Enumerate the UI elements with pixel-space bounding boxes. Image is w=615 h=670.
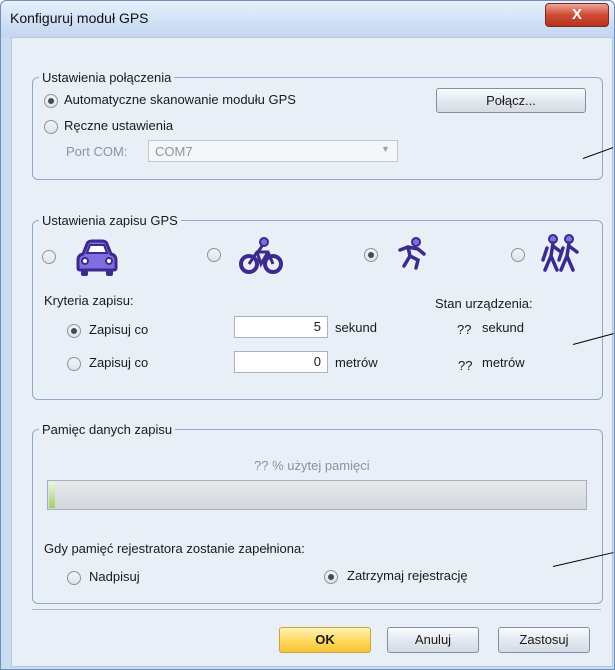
ok-button[interactable]: OK bbox=[279, 627, 371, 653]
overwrite-radio[interactable] bbox=[67, 571, 81, 585]
hikers-icon bbox=[541, 234, 579, 272]
criteria-label: Kryteria zapisu: bbox=[44, 293, 134, 308]
manual-settings-radio[interactable] bbox=[44, 120, 58, 134]
status-time-unit: sekund bbox=[482, 320, 524, 335]
window-title: Konfiguruj moduł GPS bbox=[10, 10, 149, 26]
apply-button[interactable]: Zastosuj bbox=[498, 627, 590, 653]
status-distance-unit: metrów bbox=[482, 355, 525, 370]
port-com-select[interactable]: COM7 ▼ bbox=[148, 140, 398, 162]
mode-bicycle-radio[interactable] bbox=[207, 248, 221, 262]
connect-button[interactable]: Połącz... bbox=[436, 88, 586, 113]
title-bar[interactable]: Konfiguruj moduł GPS X bbox=[1, 1, 614, 37]
save-every-time-radio[interactable] bbox=[67, 324, 81, 338]
memory-progress-bar bbox=[47, 480, 587, 510]
mode-car-radio[interactable] bbox=[42, 250, 56, 264]
auto-scan-radio[interactable] bbox=[44, 94, 58, 108]
memory-progress-fill bbox=[49, 482, 55, 508]
auto-scan-label: Automatyczne skanowanie modułu GPS bbox=[64, 92, 296, 107]
dialog-body: Ustawienia połączenia Automatyczne skano… bbox=[11, 37, 613, 667]
memory-usage-text: ?? % użytej pamięci bbox=[254, 458, 370, 473]
stop-recording-radio[interactable] bbox=[324, 570, 338, 584]
close-button[interactable]: X bbox=[545, 3, 609, 27]
memory-full-label: Gdy pamięć rejestratora zostanie zapełni… bbox=[44, 541, 305, 556]
save-every-distance-label: Zapisuj co bbox=[89, 355, 149, 370]
status-time-value: ?? bbox=[457, 322, 472, 337]
logging-legend: Ustawienia zapisu GPS bbox=[42, 213, 178, 228]
port-com-value: COM7 bbox=[155, 144, 193, 159]
save-every-time-label: Zapisuj co bbox=[89, 322, 149, 337]
save-every-distance-radio[interactable] bbox=[67, 357, 81, 371]
car-icon bbox=[76, 239, 118, 276]
device-status-title: Stan urządzenia: bbox=[435, 296, 533, 311]
connection-legend: Ustawienia połączenia bbox=[42, 70, 172, 85]
memory-legend: Pamięc danych zapisu bbox=[42, 422, 173, 437]
dialog-window: Konfiguruj moduł GPS X Ustawienia połącz… bbox=[0, 0, 615, 670]
status-distance-value: ?? bbox=[458, 358, 473, 373]
runner-icon bbox=[398, 237, 426, 270]
time-interval-unit: sekund bbox=[335, 320, 377, 335]
stop-recording-label: Zatrzymaj rejestrację bbox=[347, 568, 468, 583]
bicycle-icon bbox=[239, 237, 283, 274]
time-interval-input[interactable]: 5 bbox=[234, 316, 328, 338]
mode-runner-radio[interactable] bbox=[364, 248, 378, 262]
overwrite-label: Nadpisuj bbox=[89, 569, 140, 584]
footer-separator bbox=[32, 609, 601, 610]
manual-settings-label: Ręczne ustawienia bbox=[64, 118, 174, 133]
distance-interval-unit: metrów bbox=[335, 355, 378, 370]
close-icon: X bbox=[571, 6, 582, 23]
chevron-down-icon: ▼ bbox=[381, 144, 390, 154]
port-com-label: Port COM: bbox=[66, 144, 128, 159]
cancel-button[interactable]: Anuluj bbox=[387, 627, 479, 653]
mode-hikers-radio[interactable] bbox=[511, 248, 525, 262]
distance-interval-input[interactable]: 0 bbox=[234, 351, 328, 373]
